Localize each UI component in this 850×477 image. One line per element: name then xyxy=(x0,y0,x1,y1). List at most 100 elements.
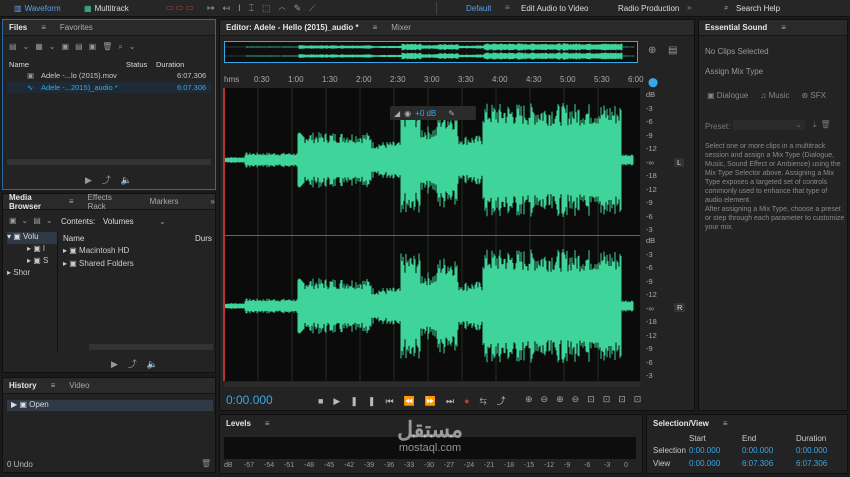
preset-dropdown[interactable]: ⌄ xyxy=(733,120,805,130)
history-menu-icon[interactable]: ≡ xyxy=(51,381,56,390)
tab-video[interactable]: Video xyxy=(69,381,89,390)
list-item-macintosh-hd[interactable]: ▸ ▣ Macintosh HD xyxy=(63,246,129,255)
level-tick-label: -18 xyxy=(504,462,515,469)
list-item-shared-folders[interactable]: ▸ ▣ Shared Folders xyxy=(63,259,134,268)
waveform-channel xyxy=(224,43,635,51)
essential-desc-2: After assigning a Mix Type, choose a pre… xyxy=(705,206,845,231)
tab-files[interactable]: Files xyxy=(9,23,27,32)
tree-item[interactable]: ▸ ▣ S xyxy=(7,256,57,268)
editor-menu-icon[interactable]: ≡ xyxy=(373,23,378,32)
tree-item[interactable]: ▸ ▣ l xyxy=(7,244,57,256)
level-tick-label: -3 xyxy=(604,462,611,469)
tree-item-shortcuts[interactable]: ▸ Shor xyxy=(7,268,57,280)
ruler-tick-label: 2:00 xyxy=(356,75,372,84)
files-menu-icon[interactable]: ≡ xyxy=(41,23,46,32)
preset-action-icons[interactable]: ⤓🗑 xyxy=(813,120,835,130)
file-row-selected[interactable]: ∿ Adele -...2015)_audio * 6:07.306 xyxy=(7,82,211,93)
db-tick-label: -6 xyxy=(646,357,653,367)
workspace-edit-audio-video[interactable]: Edit Audio to Video xyxy=(521,4,588,13)
levels-menu-icon[interactable]: ≡ xyxy=(265,419,270,428)
search-help-input[interactable]: Search Help xyxy=(736,4,780,13)
col-end: End xyxy=(742,434,757,443)
list-icon[interactable]: ▤ xyxy=(668,45,677,56)
essential-menu-icon[interactable]: ≡ xyxy=(781,23,786,32)
ruler-tick-label: 3:00 xyxy=(424,75,440,84)
essential-header: Essential Sound ≡ xyxy=(699,20,847,36)
selection-start[interactable]: 0:00.000 xyxy=(689,446,720,455)
media-transport-icons[interactable]: ▶⤴🔈 xyxy=(111,357,168,370)
zoom-icon[interactable]: ⊕ xyxy=(648,45,656,56)
ruler-tick-label: 1:30 xyxy=(322,75,338,84)
db-tick-label: -∞ xyxy=(646,303,654,313)
tab-history[interactable]: History xyxy=(9,381,37,390)
time-ruler[interactable]: hms 0:30 1:00 1:30 2:00 2:30 3:00 3:30 4:00 4:30… xyxy=(224,74,644,88)
overview-waveform xyxy=(224,43,635,60)
history-item[interactable]: ▶ ▣ Open xyxy=(7,400,213,411)
mix-type-sfx[interactable]: ⊛ SFX xyxy=(801,91,826,100)
history-tabs: History ≡ Video xyxy=(3,378,215,394)
more-tabs-icon[interactable]: » xyxy=(211,197,215,206)
tab-markers[interactable]: Markers xyxy=(150,197,179,206)
mix-type-dialogue[interactable]: ▣ Dialogue xyxy=(707,91,748,100)
view-end[interactable]: 6:07.306 xyxy=(742,459,773,468)
multitrack-mode-button[interactable]: ▦ Multitrack xyxy=(78,0,135,17)
contents-dropdown[interactable]: Volumes xyxy=(103,217,134,226)
files-transport-icons[interactable]: ▶⤴🔈 xyxy=(85,173,142,186)
files-action-icons[interactable]: ▤⌄▦⌄▣▤▣🗑⌕⌄ xyxy=(9,42,142,52)
selection-menu-icon[interactable]: ≡ xyxy=(723,419,728,428)
level-tick-label: -27 xyxy=(444,462,455,469)
zoom-controls[interactable]: ⊕⊖⊕⊖⊡⊡⊡⊡ xyxy=(525,394,649,405)
level-tick-label: -12 xyxy=(544,462,555,469)
volume-hud[interactable]: ◢ ◉ +0 dB ✎ xyxy=(390,106,476,120)
editor-scrollbar[interactable] xyxy=(224,382,640,387)
meter-toggle-icons[interactable]: ▭ ▭ ▭ xyxy=(166,3,198,13)
preset-label: Preset: xyxy=(705,122,731,131)
db-tick-label: -9 xyxy=(646,198,653,207)
view-duration[interactable]: 6:07.306 xyxy=(796,459,827,468)
db-tick-label: dB xyxy=(646,90,656,99)
selection-end[interactable]: 0:00.000 xyxy=(742,446,773,455)
level-tick-label: -45 xyxy=(324,462,335,469)
view-start[interactable]: 0:00.000 xyxy=(689,459,720,468)
volume-knob-icon[interactable]: ◉ xyxy=(404,109,411,118)
ruler-tick-label: 3:30 xyxy=(458,75,474,84)
media-scrollbar[interactable] xyxy=(89,344,213,350)
transport-controls[interactable]: ■▶❚❚⏮⏪⏩⏭●⇆⤴ xyxy=(318,394,516,407)
time-display[interactable]: 0:00.000 xyxy=(226,393,273,407)
pin-icon[interactable]: ✎ xyxy=(448,109,455,118)
db-tick-label: -6 xyxy=(646,263,653,272)
db-tick-label: -3 xyxy=(646,103,653,113)
tool-icons[interactable]: ↦↤I⌶⬚⌒✎⟋ xyxy=(207,3,323,14)
tab-effects-rack[interactable]: Effects Rack xyxy=(88,193,124,211)
ruler-unit: hms xyxy=(224,75,240,84)
workspace-radio-production[interactable]: Radio Production xyxy=(618,4,679,13)
tree-item-volumes[interactable]: ▾ ▣ Volu xyxy=(7,232,57,244)
watermark: مستقل mostaql.com xyxy=(375,418,485,455)
tab-editor[interactable]: Editor: Adele - Hello (2015)_audio * xyxy=(226,23,359,32)
tab-mixer[interactable]: Mixer xyxy=(391,23,411,32)
top-toolbar: ▥ Waveform ▦ Multitrack ▭ ▭ ▭ ↦↤I⌶⬚⌒✎⟋ Def… xyxy=(0,0,850,17)
db-tick-label: -∞ xyxy=(646,157,654,167)
tab-favorites[interactable]: Favorites xyxy=(60,23,93,32)
mix-type-music[interactable]: ♫ Music xyxy=(760,91,789,100)
files-scrollbar[interactable] xyxy=(7,159,211,165)
channel-left-label[interactable]: L xyxy=(674,158,685,167)
editor-panel: Editor: Adele - Hello (2015)_audio * ≡ M… xyxy=(219,19,695,411)
file-row[interactable]: ▣ Adele -...lo (2015).mov 6:07.306 xyxy=(7,70,211,81)
level-tick-label: -6 xyxy=(584,462,591,469)
workspace-menu-icon[interactable]: ≡ xyxy=(505,3,510,12)
more-workspaces-icon[interactable]: » xyxy=(687,3,691,12)
playhead[interactable] xyxy=(223,88,225,381)
workspace-default[interactable]: Default xyxy=(466,4,491,13)
overview-bar[interactable] xyxy=(224,41,638,63)
media-tabs: Media Browser ≡ Effects Rack Markers » xyxy=(3,193,215,211)
trash-icon[interactable]: 🗑 xyxy=(201,459,211,468)
media-action-icons[interactable]: ▣⌄▤⌄ xyxy=(9,216,58,225)
channel-right-label[interactable]: R xyxy=(674,303,686,312)
media-menu-icon[interactable]: ≡ xyxy=(69,197,74,206)
ruler-tick-label: 4:30 xyxy=(526,75,542,84)
files-header: Name Status Duration xyxy=(9,59,213,69)
waveform-mode-button[interactable]: ▥ Waveform xyxy=(8,0,67,17)
selection-duration[interactable]: 0:00.000 xyxy=(796,446,827,455)
tab-media-browser[interactable]: Media Browser xyxy=(9,193,55,211)
